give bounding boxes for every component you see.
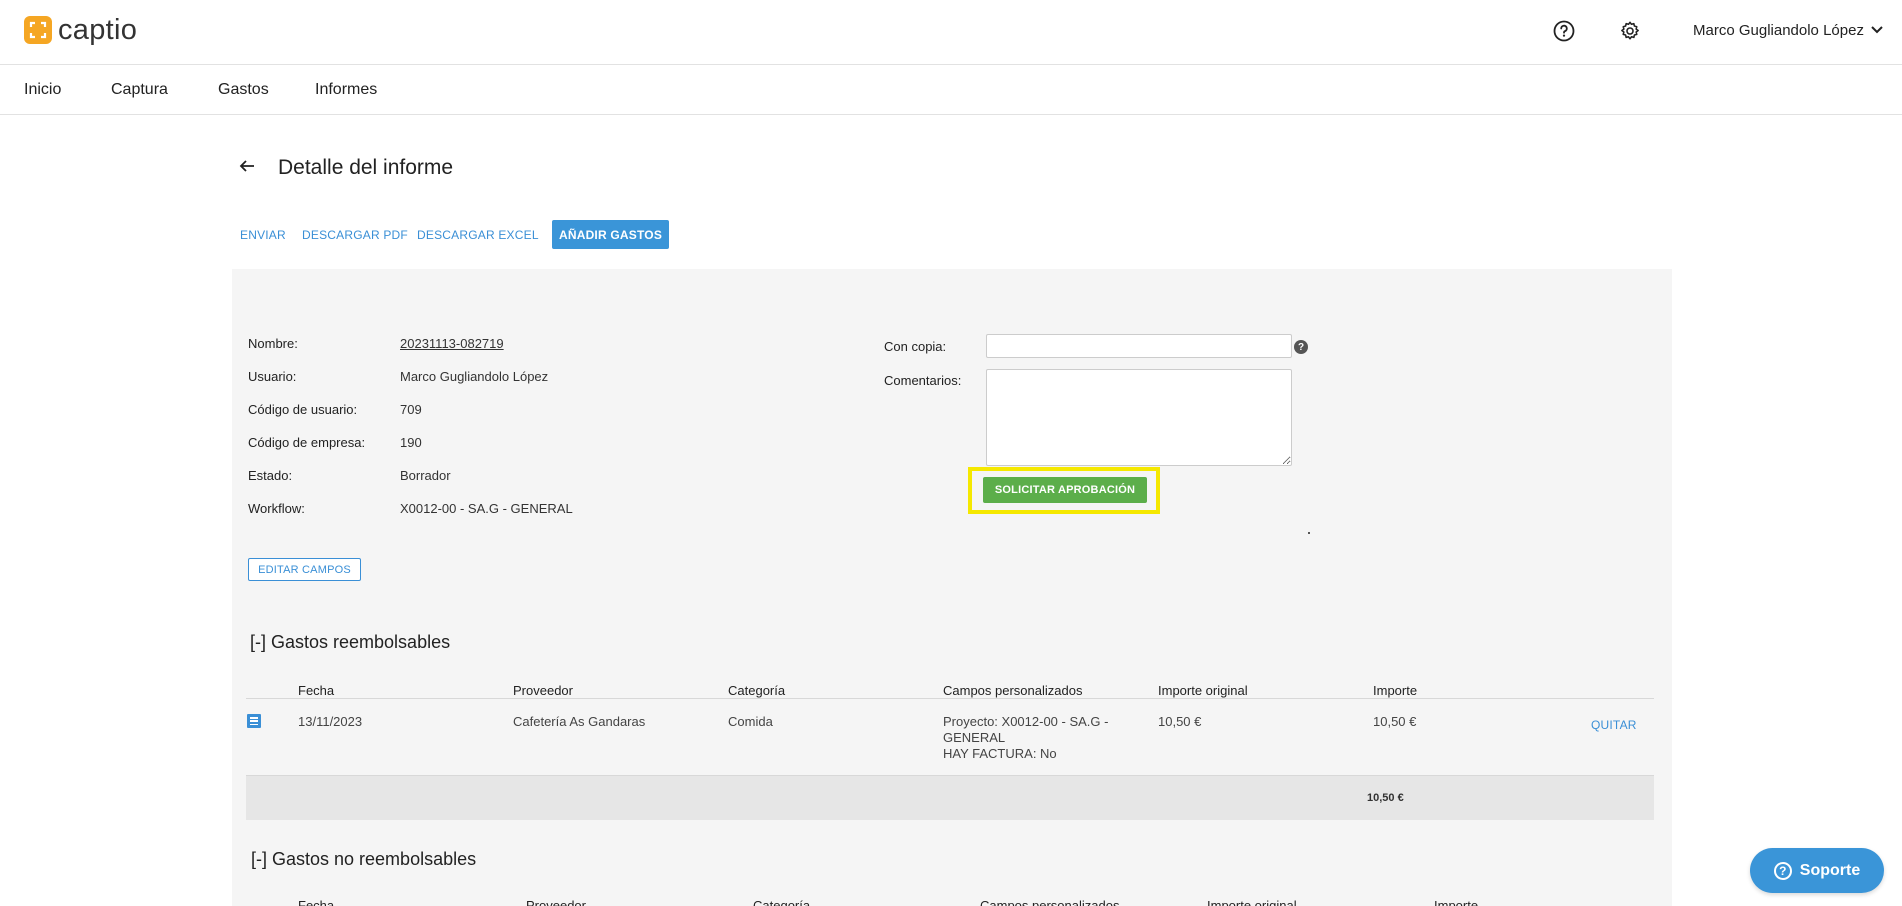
row-campos-proyecto: Proyecto: X0012-00 - SA.G - [943,714,1109,729]
support-label: Soporte [1799,861,1861,879]
nav-item-gastos[interactable]: Gastos [218,81,269,99]
col-proveedor: Proveedor [513,683,573,698]
company-code-label: Código de empresa: [248,435,366,450]
row-campos-general: GENERAL [943,730,1006,745]
reimbursable-section-title[interactable]: [-] Gastos reembolsables [250,632,450,653]
nav-item-inicio[interactable]: Inicio [24,81,61,99]
row-campos-factura: HAY FACTURA: No [943,746,1057,761]
download-pdf-link[interactable]: DESCARGAR PDF [302,228,408,242]
company-code-value: 190 [400,435,422,450]
user-name: Marco Gugliandolo López [1693,22,1864,39]
row-proveedor: Cafetería As Gandaras [513,714,646,729]
nav-item-captura[interactable]: Captura [111,81,168,99]
total-value: 10,50 € [1367,792,1404,804]
cc-input[interactable] [986,334,1292,358]
user-value: Marco Gugliandolo López [400,369,549,384]
gear-icon[interactable] [1617,18,1643,44]
col-importe-original: Importe original [1158,683,1248,698]
row-fecha: 13/11/2023 [298,714,363,729]
comments-field[interactable] [986,369,1292,466]
comments-label: Comentarios: [884,373,962,388]
user-menu[interactable]: Marco Gugliandolo López [1693,22,1884,39]
name-value[interactable]: 20231113-082719 [400,336,504,351]
dot-marker [1308,532,1310,534]
top-header: captio Marco Gugliandolo López [0,0,1902,65]
support-help-icon: ? [1773,861,1792,880]
send-link[interactable]: ENVIAR [240,228,286,242]
main-nav: Inicio Captura Gastos Informes [0,65,1902,115]
col-campos: Campos personalizados [943,683,1083,698]
header-divider [246,698,1654,699]
nav-item-informes[interactable]: Informes [315,81,377,99]
expense-detail-icon[interactable] [247,714,261,728]
col-campos-nr: Campos personalizados [980,898,1120,906]
user-code-label: Código de usuario: [248,402,358,417]
col-fecha: Fecha [298,683,335,698]
cc-label: Con copia: [884,339,947,354]
row-importe: 10,50 € [1373,714,1417,729]
user-label: Usuario: [248,369,297,384]
non-reimbursable-section-title[interactable]: [-] Gastos no reembolsables [251,849,476,870]
help-icon[interactable]: ? [1294,340,1308,354]
page-title: Detalle del informe [278,156,454,179]
col-categoria: Categoría [728,683,786,698]
workflow-label: Workflow: [248,501,305,516]
user-code-value: 709 [400,402,422,417]
edit-fields-button[interactable]: EDITAR CAMPOS [248,558,361,581]
support-button[interactable]: ? Soporte [1750,848,1884,893]
col-proveedor-nr: Proveedor [526,898,586,906]
workflow-value: X0012-00 - SA.G - GENERAL [400,501,573,516]
row-categoria: Comida [728,714,773,729]
logo-mark-icon [24,16,52,44]
col-importe-original-nr: Importe original [1207,898,1297,906]
total-bar [246,776,1654,820]
col-importe-nr: Importe [1434,898,1479,906]
col-categoria-nr: Categoría [753,898,811,906]
col-fecha-nr: Fecha [298,898,335,906]
add-expenses-button[interactable]: AÑADIR GASTOS [552,220,669,249]
remove-expense-link[interactable]: QUITAR [1591,718,1637,732]
row-importe-original: 10,50 € [1158,714,1202,729]
name-label: Nombre: [248,336,298,351]
download-excel-link[interactable]: DESCARGAR EXCEL [417,228,539,242]
request-approval-button[interactable]: SOLICITAR APROBACIÓN [983,477,1147,503]
help-circle-icon[interactable] [1551,18,1577,44]
col-importe: Importe [1373,683,1418,698]
status-label: Estado: [248,468,293,483]
chevron-down-icon [1870,22,1884,39]
status-value: Borrador [400,468,451,483]
logo-text: captio [58,14,138,46]
captio-logo[interactable]: captio [24,14,138,46]
back-arrow-icon[interactable] [238,158,256,179]
